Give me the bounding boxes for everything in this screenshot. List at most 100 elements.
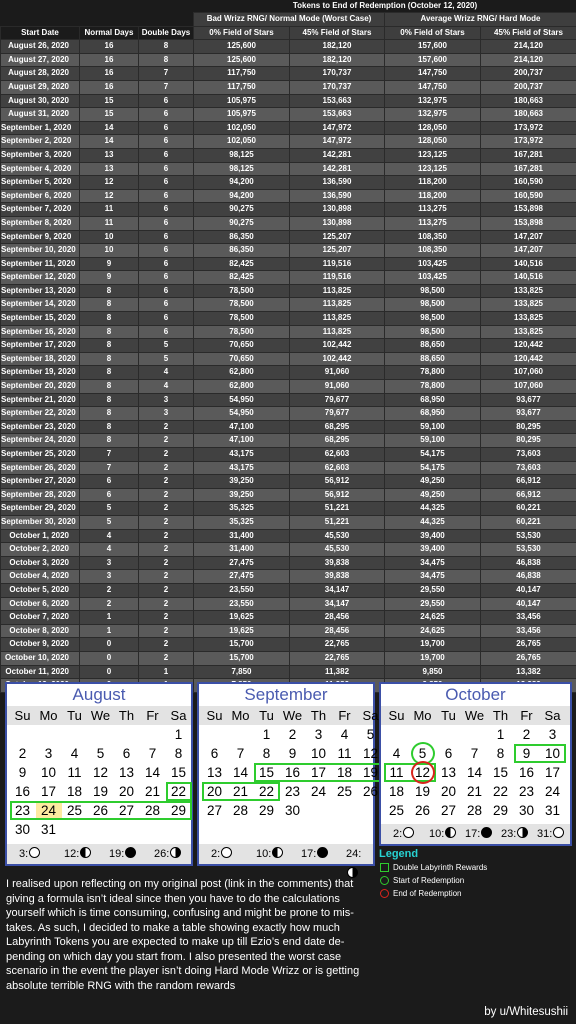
cell-avg-0: 54,175: [384, 460, 481, 476]
cell-avg-45: 66,912: [479, 474, 576, 489]
cell-avg-45: 33,456: [479, 623, 576, 639]
day-cell: 4: [340, 727, 349, 742]
day-cell: 4: [70, 746, 79, 761]
table-row: September 3, 2020 13 6 98,125 142,281 123,125…: [0, 147, 576, 163]
cell-avg-45: 120,442: [479, 351, 576, 367]
cell-normal-days: 8: [79, 433, 139, 448]
cell-avg-0: 39,400: [384, 528, 481, 544]
cell-start-date: September 6, 2020: [0, 188, 80, 204]
cell-double-days: 6: [138, 107, 194, 122]
cell-avg-45: 200,737: [479, 79, 576, 95]
moon-phase-footer: 3: 12: 19: 26:: [7, 844, 191, 864]
table-row: September 29, 2020 5 2 35,325 51,221 44,325 60…: [0, 501, 576, 516]
cell-avg-45: 53,530: [479, 542, 576, 557]
cell-normal-days: 8: [79, 297, 139, 313]
table-row: September 14, 2020 8 6 78,500 113,825 98,500 1…: [0, 297, 576, 313]
cell-bad-45: 62,603: [289, 460, 385, 476]
cell-start-date: September 5, 2020: [0, 175, 80, 190]
cell-start-date: October 7, 2020: [0, 610, 80, 625]
table-row: August 26, 2020 16 8 125,600 182,120 157,600 2…: [0, 39, 576, 54]
day-cell: 19: [92, 784, 109, 799]
moon-phase-footer: 2: 10: 17: 24:: [199, 844, 373, 878]
cell-normal-days: 9: [79, 256, 139, 272]
cell-start-date: September 1, 2020: [0, 120, 80, 136]
moon-phase-item: 26:: [154, 844, 182, 864]
cell-avg-0: 34,475: [384, 555, 481, 571]
cell-double-days: 2: [138, 487, 194, 503]
cell-normal-days: 2: [79, 596, 139, 612]
cell-avg-45: 180,663: [479, 93, 576, 109]
cell-start-date: October 1, 2020: [0, 528, 80, 544]
table-row: September 19, 2020 8 4 62,800 91,060 78,800 10…: [0, 365, 576, 381]
day-cell: 13: [118, 765, 135, 780]
cell-avg-0: 29,550: [384, 582, 481, 598]
day-cell: 23: [518, 784, 535, 799]
cell-avg-0: 59,100: [384, 419, 481, 435]
cell-start-date: September 12, 2020: [0, 270, 80, 285]
cell-avg-0: 24,625: [384, 623, 481, 639]
cell-normal-days: 8: [79, 338, 139, 353]
cell-bad-45: 102,442: [289, 351, 385, 367]
cell-bad-0: 35,325: [193, 514, 290, 530]
cell-normal-days: 2: [79, 582, 139, 598]
cell-avg-45: 93,677: [479, 392, 576, 408]
cell-normal-days: 10: [79, 243, 139, 258]
moon-phase-item: 10:: [256, 844, 284, 864]
cell-bad-0: 47,100: [193, 419, 290, 435]
cell-start-date: September 9, 2020: [0, 229, 80, 245]
cell-start-date: September 16, 2020: [0, 324, 80, 340]
moon-phase-item: 10:: [429, 824, 457, 844]
day-cell: 22: [258, 784, 275, 799]
weekday-label: Tu: [259, 708, 274, 723]
table-row: October 5, 2020 2 2 23,550 34,147 29,550 40,14…: [0, 582, 576, 598]
weekday-label: Su: [206, 708, 223, 723]
cell-avg-45: 167,281: [479, 161, 576, 177]
col-bad-45: 45% Field of Stars: [289, 25, 385, 41]
moon-phase-date: 26:: [154, 848, 170, 860]
cell-bad-45: 34,147: [289, 596, 385, 612]
day-cell: 29: [492, 803, 509, 818]
table-row: October 4, 2020 3 2 27,475 39,838 34,475 46,83…: [0, 569, 576, 584]
cell-normal-days: 1: [79, 610, 139, 625]
day-cell: 25: [336, 784, 353, 799]
cell-bad-0: 86,350: [193, 243, 290, 258]
last-quarter-moon-icon: [272, 847, 284, 858]
day-cell: 17: [310, 765, 327, 780]
day-cell: 11: [389, 765, 404, 780]
cell-avg-45: 80,295: [479, 433, 576, 448]
cell-normal-days: 15: [79, 93, 139, 109]
cell-bad-45: 182,120: [289, 39, 385, 54]
cell-bad-45: 119,516: [289, 256, 385, 272]
cell-bad-0: 70,650: [193, 351, 290, 367]
cell-bad-45: 125,207: [289, 243, 385, 258]
col-start-date: Start Date: [0, 25, 80, 41]
cell-normal-days: 4: [79, 528, 139, 544]
cell-avg-45: 153,898: [479, 202, 576, 217]
weekday-label: Tu: [67, 708, 82, 723]
table-row: September 1, 2020 14 6 102,050 147,972 128,05…: [0, 120, 576, 136]
day-cell: 14: [232, 765, 249, 780]
cell-bad-45: 119,516: [289, 270, 385, 285]
cell-bad-0: 94,200: [193, 175, 290, 190]
cell-normal-days: 9: [79, 270, 139, 285]
table-row: September 20, 2020 8 4 62,800 91,060 78,800 10…: [0, 379, 576, 394]
cell-bad-45: 79,677: [289, 392, 385, 408]
legend-item-start: Start of Redemption: [379, 875, 487, 888]
day-cell: 29: [258, 803, 275, 818]
table-row: August 30, 2020 15 6 105,975 153,663 132,975 1…: [0, 93, 576, 109]
cell-avg-45: 140,516: [479, 256, 576, 272]
day-cell: 13: [206, 765, 223, 780]
red-circle-icon: [380, 889, 389, 898]
cell-bad-45: 51,221: [289, 514, 385, 530]
cell-bad-0: 27,475: [193, 555, 290, 571]
day-cell: 11: [337, 746, 352, 761]
cell-normal-days: 16: [79, 79, 139, 95]
day-cell: 8: [262, 746, 271, 761]
day-cell: 12: [92, 765, 109, 780]
moon-phase-date: 17:: [301, 848, 317, 860]
cell-avg-45: 173,972: [479, 134, 576, 149]
col-bad-0: 0% Field of Stars: [193, 25, 290, 41]
table-row: September 23, 2020 8 2 47,100 68,295 59,100 80…: [0, 419, 576, 435]
new-moon-icon: [125, 847, 137, 858]
cell-bad-45: 113,825: [289, 297, 385, 313]
